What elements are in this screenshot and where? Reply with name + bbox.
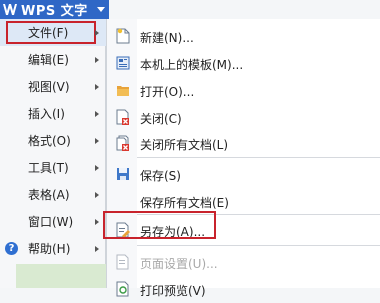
menu-item-new[interactable]: 新建(N)...	[107, 22, 380, 50]
menu-item-label: 关闭(C)	[140, 112, 182, 126]
menu-item-label: 编辑(E)	[28, 53, 69, 67]
menu-item-close-all[interactable]: 关闭所有文档(L)	[107, 129, 380, 157]
new-document-icon	[116, 28, 130, 44]
menu-item-label: 打印预览(V)	[140, 284, 206, 298]
menu-item-label: 页面设置(U)...	[140, 257, 218, 271]
submenu-arrow-icon	[95, 110, 99, 117]
menu-item-window[interactable]: 窗口(W)	[0, 208, 106, 235]
window-edge	[0, 264, 16, 288]
menu-item-label: 帮助(H)	[28, 242, 71, 256]
close-all-icon	[116, 135, 130, 151]
submenu-arrow-icon	[95, 137, 99, 144]
menu-item-open[interactable]: 打开(O)...	[107, 76, 380, 104]
submenu-arrow-icon	[95, 218, 99, 225]
wps-logo-icon	[3, 3, 17, 16]
menu-item-close[interactable]: 关闭(C)	[107, 103, 380, 131]
menu-item-format[interactable]: 格式(O)	[0, 127, 106, 154]
menu-item-label: 保存(S)	[140, 169, 181, 183]
submenu-arrow-icon	[95, 29, 99, 36]
menu-item-print-preview[interactable]: 打印预览(V)	[107, 275, 380, 303]
menu-item-label: 保存所有文档(E)	[140, 196, 229, 210]
submenu-arrow-icon	[95, 191, 99, 198]
close-document-icon	[116, 109, 130, 125]
page-setup-icon	[116, 254, 130, 270]
app-title: WPS 文字	[21, 4, 88, 19]
menu-separator	[137, 157, 380, 158]
submenu-arrow-icon	[95, 56, 99, 63]
main-menu: 文件(F) 编辑(E) 视图(V) 插入(I) 格式(O) 工具(T) 表格(A…	[0, 19, 106, 264]
highlight-box	[103, 211, 216, 239]
menu-item-help[interactable]: ? 帮助(H)	[0, 235, 106, 262]
menu-item-label: 工具(T)	[28, 161, 69, 175]
menu-item-view[interactable]: 视图(V)	[0, 73, 106, 100]
menu-item-label: 插入(I)	[28, 107, 65, 121]
print-preview-icon	[116, 281, 130, 297]
menu-item-label: 格式(O)	[28, 134, 71, 148]
menu-item-table[interactable]: 表格(A)	[0, 181, 106, 208]
document-area	[16, 264, 106, 288]
save-icon	[116, 166, 130, 182]
menu-item-label: 表格(A)	[28, 188, 70, 202]
template-icon	[116, 55, 130, 71]
chevron-down-icon	[97, 7, 105, 12]
submenu-arrow-icon	[95, 245, 99, 252]
menu-item-label: 窗口(W)	[28, 215, 74, 229]
menu-item-tools[interactable]: 工具(T)	[0, 154, 106, 181]
menu-item-local-templates[interactable]: 本机上的模板(M)...	[107, 49, 380, 77]
submenu-arrow-icon	[95, 83, 99, 90]
submenu-arrow-icon	[95, 164, 99, 171]
menu-item-edit[interactable]: 编辑(E)	[0, 46, 106, 73]
menu-item-label: 关闭所有文档(L)	[140, 138, 229, 152]
menu-item-label: 文件(F)	[28, 26, 69, 40]
menu-item-label: 视图(V)	[28, 80, 70, 94]
file-submenu: 新建(N)... 本机上的模板(M)... 打开(O)... 关闭(C) 关闭所…	[106, 19, 380, 298]
wps-app-menu-button[interactable]: WPS 文字	[0, 0, 109, 19]
open-folder-icon	[116, 82, 130, 98]
help-icon: ?	[5, 242, 18, 255]
menu-item-label: 本机上的模板(M)...	[140, 58, 244, 72]
menu-item-save[interactable]: 保存(S)	[107, 160, 380, 188]
menu-item-insert[interactable]: 插入(I)	[0, 100, 106, 127]
menu-item-label: 打开(O)...	[140, 85, 195, 99]
menu-item-page-setup[interactable]: 页面设置(U)...	[107, 248, 380, 276]
menu-item-label: 新建(N)...	[140, 31, 194, 45]
menu-separator	[137, 245, 380, 246]
menu-item-file[interactable]: 文件(F)	[0, 19, 106, 46]
